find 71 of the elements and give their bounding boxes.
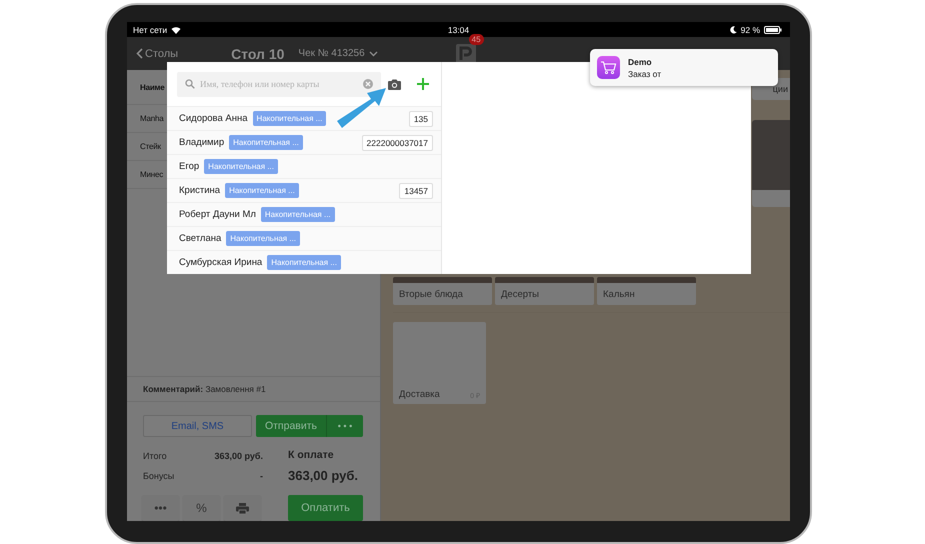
more-button[interactable]: • • • [327, 415, 363, 437]
client-name: Егор [179, 161, 200, 172]
category-tile[interactable] [752, 120, 790, 207]
category-tile[interactable]: Кальян [597, 277, 696, 305]
search-icon [185, 78, 195, 88]
category-tile[interactable]: Вторые блюда [393, 277, 492, 305]
plus-icon[interactable] [417, 78, 429, 90]
column-header: Наиме [140, 82, 165, 92]
loyalty-tag: Накопительная ... [225, 183, 299, 198]
tool-button[interactable]: ••• [142, 495, 179, 521]
notification-banner[interactable]: Demo Заказ от [590, 49, 778, 86]
email-sms-button[interactable]: Email, SMS [143, 415, 252, 437]
client-name: Светлана [179, 233, 222, 244]
total-label: Итого [143, 451, 167, 461]
tile-label: Доставка [399, 389, 440, 400]
total-value: 363,00 руб. [214, 451, 263, 461]
client-name: Сидорова Анна [179, 113, 248, 124]
loyalty-tag: Накопительная ... [260, 207, 335, 222]
loyalty-tag: Накопительная ... [204, 159, 278, 174]
notification-text: Заказ от [628, 68, 662, 78]
caret-icon [368, 50, 378, 56]
client-row[interactable]: Кристина Накопительная ... 13457 [167, 178, 441, 202]
loyalty-tag: Накопительная ... [226, 231, 300, 246]
client-row[interactable]: Егор Накопительная ... [167, 154, 441, 178]
battery-icon [764, 26, 782, 34]
send-button[interactable]: Отправить [256, 415, 327, 437]
battery-text: 92 % [740, 24, 760, 34]
loyalty-tag: Накопительная ... [252, 111, 326, 126]
photo-placeholder [752, 120, 790, 190]
client-row[interactable]: Владимир Накопительная ... 2222000037017 [167, 130, 441, 154]
card-number: 13457 [399, 182, 433, 198]
client-row[interactable]: Сидорова Анна Накопительная ... 135 [167, 106, 441, 130]
client-name: Роберт Дауни Мл [179, 209, 256, 220]
loyalty-tag: Накопительная ... [267, 255, 341, 270]
clock-text: 13:04 [448, 24, 470, 34]
arrow-drawing [335, 85, 387, 129]
client-name: Владимир [179, 137, 224, 148]
total-value: - [260, 471, 263, 481]
order-item-name: Минес [140, 170, 164, 179]
notification-title: Demo [628, 56, 653, 66]
client-row[interactable]: Светлана Накопительная ... [167, 226, 441, 250]
comment-text: Комментарий: Замовлення #1 [143, 384, 266, 394]
print-button[interactable] [224, 495, 261, 521]
moon-icon [730, 26, 737, 34]
due-label: К оплате [288, 449, 335, 461]
chevron-left-icon [136, 48, 143, 59]
camera-icon[interactable] [388, 78, 401, 90]
client-row[interactable]: Роберт Дауни Мл Накопительная ... [167, 202, 441, 226]
card-number: 135 [408, 110, 433, 126]
search-field[interactable]: Имя, телефон или номер карты [177, 72, 381, 96]
order-item-name: Manha [140, 114, 164, 123]
due-amount: 363,00 руб. [288, 468, 358, 483]
client-name: Сумбурская Ирина [179, 257, 262, 268]
order-item-name: Стейк [140, 142, 161, 151]
loyalty-tag: Накопительная ... [229, 135, 303, 150]
category-tile[interactable]: Десерты [495, 277, 594, 305]
carrier-text: Нет сети [133, 24, 168, 34]
pay-button[interactable]: Оплатить [288, 495, 363, 521]
back-button[interactable]: Столы [136, 48, 178, 60]
total-label: Бонусы [143, 471, 174, 481]
check-dropdown[interactable]: Чек № 413256 [298, 48, 378, 59]
client-name: Кристина [179, 185, 220, 196]
wifi-icon [171, 26, 182, 34]
client-row[interactable]: Сумбурская Ирина Накопительная ... [167, 250, 441, 274]
clear-icon[interactable] [363, 78, 373, 88]
tool-button[interactable]: % [183, 495, 220, 521]
printer-icon [236, 502, 249, 514]
p-logo-icon[interactable] [456, 44, 476, 64]
table-title: Стол 10 [231, 46, 284, 62]
card-number: 2222000037017 [362, 134, 433, 150]
cart-icon [597, 56, 620, 79]
